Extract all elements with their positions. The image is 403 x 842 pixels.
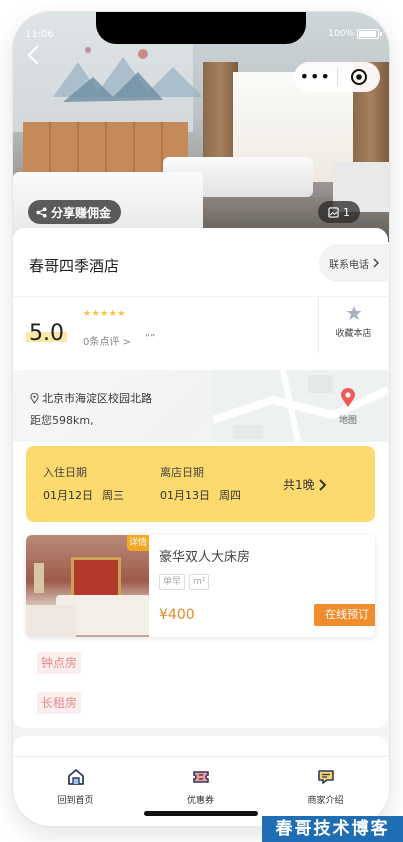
close-miniprogram-button[interactable] [338, 68, 381, 86]
notch [96, 12, 306, 44]
room-lamp [34, 563, 44, 593]
tab-coupons-label: 优惠券 [186, 796, 214, 806]
image-icon [328, 206, 339, 218]
room-type-hourly[interactable]: 钟点房 [37, 652, 82, 674]
photo-count-label: 1 [343, 205, 350, 219]
rating-score: 5.0 [26, 321, 67, 346]
status-battery: 100% [328, 29, 382, 39]
room-type-long-term[interactable]: 长租房 [37, 692, 82, 714]
nights-count: 共1晚 [283, 476, 327, 493]
status-time: 11:06 [25, 29, 54, 40]
room-tag-area: m² [189, 574, 210, 590]
chevron-right-icon [373, 258, 379, 268]
back-button[interactable] [23, 44, 45, 66]
share-icon [36, 206, 47, 218]
room-detail-tag[interactable]: 详情 [127, 535, 149, 551]
message-icon [317, 770, 334, 784]
room-price: ¥400 [159, 607, 195, 623]
battery-percent: 100% [328, 29, 354, 39]
checkin-label: 入住日期 [43, 466, 87, 479]
share-earn-button[interactable]: 分享赚佣金 [28, 200, 122, 224]
tab-home[interactable]: 回到首页 [13, 757, 138, 811]
share-label: 分享赚佣金 [51, 205, 112, 220]
date-selector[interactable]: 入住日期 01月12日 周三 离店日期 01月13日 周四 共1晚 [26, 446, 375, 522]
miniprogram-capsule: ••• [294, 62, 380, 92]
blog-watermark: 春哥技术博客 [262, 816, 403, 842]
address-text: 北京市海淀区校园北路 [42, 392, 152, 405]
tab-home-label: 回到首页 [57, 796, 94, 806]
rating-row: 5.0 ★★★★★ 0条点评 > “” 收藏本店 [13, 296, 388, 370]
room-card[interactable]: 详情 豪华双人大床房 单早 m² ¥400 在线预订 [26, 535, 375, 637]
address-row[interactable]: 北京市海淀区校园北路 距您598km, 地图 [13, 370, 388, 442]
chevron-right-icon [318, 478, 327, 491]
star-rating: ★★★★★ [83, 309, 126, 319]
hotel-address: 北京市海淀区校园北路 [30, 390, 152, 406]
tab-merchant-intro[interactable]: 商家介绍 [263, 757, 388, 811]
tab-merchant-intro-label: 商家介绍 [307, 796, 344, 806]
star-icon [346, 306, 362, 320]
nights-label: 共1晚 [283, 478, 315, 492]
photo-count-badge[interactable]: 1 [318, 201, 360, 223]
map-pin-icon [341, 388, 355, 407]
map-label: 地图 [338, 416, 357, 426]
favorite-label: 收藏本店 [335, 329, 372, 339]
checkin-date: 01月12日 [43, 489, 93, 502]
target-icon [350, 69, 367, 85]
review-quote: “” [145, 333, 156, 344]
checkout-label: 离店日期 [160, 466, 204, 479]
coupon-icon [192, 771, 209, 783]
battery-icon [357, 29, 382, 39]
room-bed-left [26, 605, 76, 637]
home-indicator [144, 811, 258, 816]
tab-coupons[interactable]: 优惠券 [138, 757, 263, 811]
distance-text: 距您598km, [30, 414, 94, 427]
chevron-left-icon [27, 45, 39, 65]
favorite-hotel-button[interactable]: 收藏本店 [318, 297, 388, 353]
book-online-button[interactable]: 在线预订 [314, 604, 375, 626]
phone-frame: 11:06 100% ••• 分享赚佣金 1 春哥四季酒店 联系电话 5.0 ★… [13, 12, 389, 826]
location-pin-icon [30, 392, 39, 404]
review-count-link[interactable]: 0条点评 > [83, 333, 131, 348]
more-menu-button[interactable]: ••• [294, 62, 337, 92]
checkout-date: 01月13日 [160, 489, 210, 502]
contact-phone-button[interactable]: 联系电话 [319, 244, 388, 282]
room-tag-breakfast: 单早 [159, 574, 186, 590]
map-button[interactable]: 地图 [328, 388, 368, 426]
home-icon [67, 769, 84, 785]
hotel-info-card: 春哥四季酒店 联系电话 5.0 ★★★★★ 0条点评 > “” 收藏本店 北京市… [13, 228, 388, 728]
checkin-weekday: 周三 [102, 489, 124, 502]
hotel-name: 春哥四季酒店 [29, 257, 120, 275]
hero-mural [53, 47, 203, 102]
checkout-weekday: 周四 [219, 489, 241, 502]
room-name: 豪华双人大床房 [159, 550, 251, 565]
contact-label: 联系电话 [329, 259, 369, 271]
